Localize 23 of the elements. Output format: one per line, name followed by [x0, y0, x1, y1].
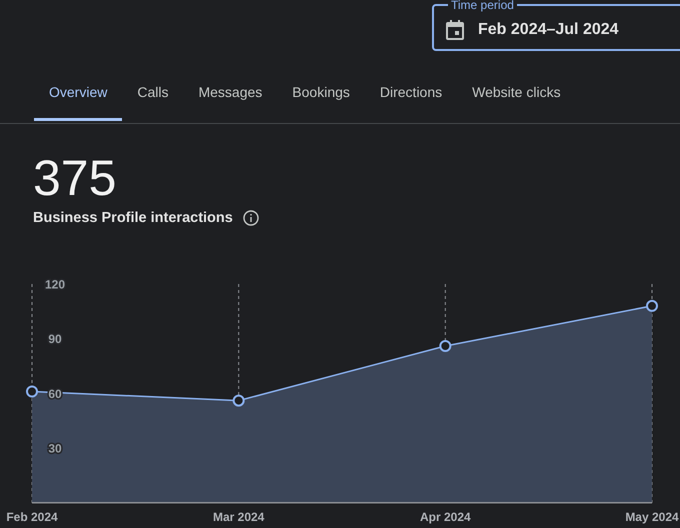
- tab[interactable]: Calls: [122, 66, 184, 121]
- point-marker[interactable]: [232, 394, 245, 407]
- info-icon[interactable]: [242, 210, 259, 226]
- calendar-icon: [446, 20, 464, 40]
- tab[interactable]: Directions: [364, 66, 458, 121]
- point-marker[interactable]: [646, 300, 658, 312]
- field-value: Feb 2024–Jul 2024: [478, 21, 619, 39]
- time-period-field[interactable]: Time period Feb 2024–Jul 2024: [432, 0, 680, 51]
- x-tick-label: Feb 2024: [6, 510, 58, 524]
- metric-value: 375: [33, 150, 118, 206]
- x-tick-label: Apr 2024: [420, 510, 471, 524]
- tab[interactable]: Website clicks: [457, 66, 576, 121]
- tab[interactable]: Bookings: [277, 66, 365, 121]
- tab[interactable]: Messages: [183, 66, 278, 121]
- y-tick-label: 90: [48, 332, 62, 346]
- x-tick-label: May 2024: [625, 510, 679, 524]
- y-tick-label: 120: [44, 278, 66, 292]
- y-tick-label: 30: [48, 442, 62, 456]
- point-marker[interactable]: [439, 340, 452, 352]
- metric-label: Business Profile interactions: [33, 210, 233, 226]
- field-label: Time period: [451, 0, 514, 12]
- point-marker[interactable]: [26, 386, 38, 398]
- x-tick-label: Mar 2024: [212, 510, 264, 524]
